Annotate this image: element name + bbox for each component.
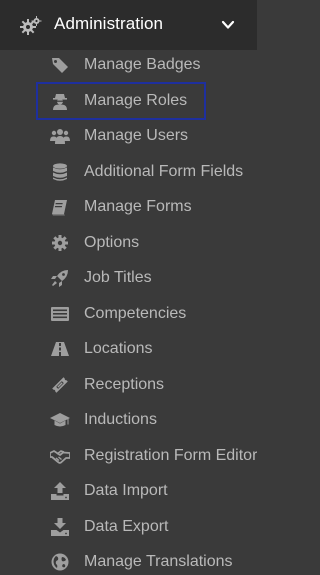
menu-item-manage-roles[interactable]: Manage Roles [0, 84, 257, 118]
globe-icon [50, 552, 70, 572]
menu-item-manage-users[interactable]: Manage Users [0, 119, 257, 153]
menu-item-label: Additional Form Fields [84, 163, 244, 180]
menu-item-label: Manage Users [84, 127, 189, 144]
tag-icon [50, 55, 70, 75]
handshake-icon [50, 446, 70, 466]
book-icon [50, 197, 70, 217]
graduation-cap-icon [50, 410, 70, 430]
menu-item-label: Competencies [84, 305, 187, 322]
menu-item-additional-form-fields[interactable]: Additional Form Fields [0, 155, 257, 189]
menu-item-label: Inductions [84, 411, 157, 428]
menu-item-job-titles[interactable]: Job Titles [0, 261, 257, 295]
menu-item-data-import[interactable]: Data Import [0, 474, 257, 508]
menu-item-label: Receptions [84, 376, 165, 393]
admin-sidebar: Administration Manage Badges Manage Role… [0, 0, 257, 575]
menu-item-registration-form-editor[interactable]: Registration Form Editor [0, 439, 257, 473]
menu-item-manage-badges[interactable]: Manage Badges [0, 48, 257, 82]
menu-item-inductions[interactable]: Inductions [0, 403, 257, 437]
administration-title: Administration [54, 14, 164, 33]
menu-item-label: Manage Translations [84, 553, 233, 570]
gears-icon [20, 15, 42, 37]
menu-item-locations[interactable]: Locations [0, 332, 257, 366]
chevron-down-icon[interactable] [221, 18, 235, 32]
menu-item-label: Manage Roles [84, 92, 188, 109]
users-icon [50, 126, 70, 146]
upload-icon [50, 481, 70, 501]
rocket-icon [50, 268, 70, 288]
ticket-icon [50, 375, 70, 395]
menu-item-label: Data Import [84, 482, 168, 499]
menu-item-label: Job Titles [84, 269, 152, 286]
menu-item-label: Registration Form Editor [84, 447, 257, 464]
road-icon [50, 339, 70, 359]
menu-item-label: Manage Forms [84, 198, 192, 215]
gear-icon [50, 233, 70, 253]
menu-item-receptions[interactable]: Receptions [0, 368, 257, 402]
administration-menu-header[interactable]: Administration [0, 0, 257, 50]
menu-item-competencies[interactable]: Competencies [0, 297, 257, 331]
menu-item-label: Data Export [84, 518, 169, 535]
menu-item-options[interactable]: Options [0, 226, 257, 260]
menu-item-data-export[interactable]: Data Export [0, 510, 257, 544]
menu-item-manage-forms[interactable]: Manage Forms [0, 190, 257, 224]
user-secret-icon [50, 91, 70, 111]
menu-item-label: Locations [84, 340, 153, 357]
menu-item-label: Manage Badges [84, 56, 201, 73]
database-icon [50, 162, 70, 182]
download-icon [50, 517, 70, 537]
list-alt-icon [50, 304, 70, 324]
menu-item-manage-translations[interactable]: Manage Translations [0, 545, 257, 575]
menu-item-label: Options [84, 234, 140, 251]
